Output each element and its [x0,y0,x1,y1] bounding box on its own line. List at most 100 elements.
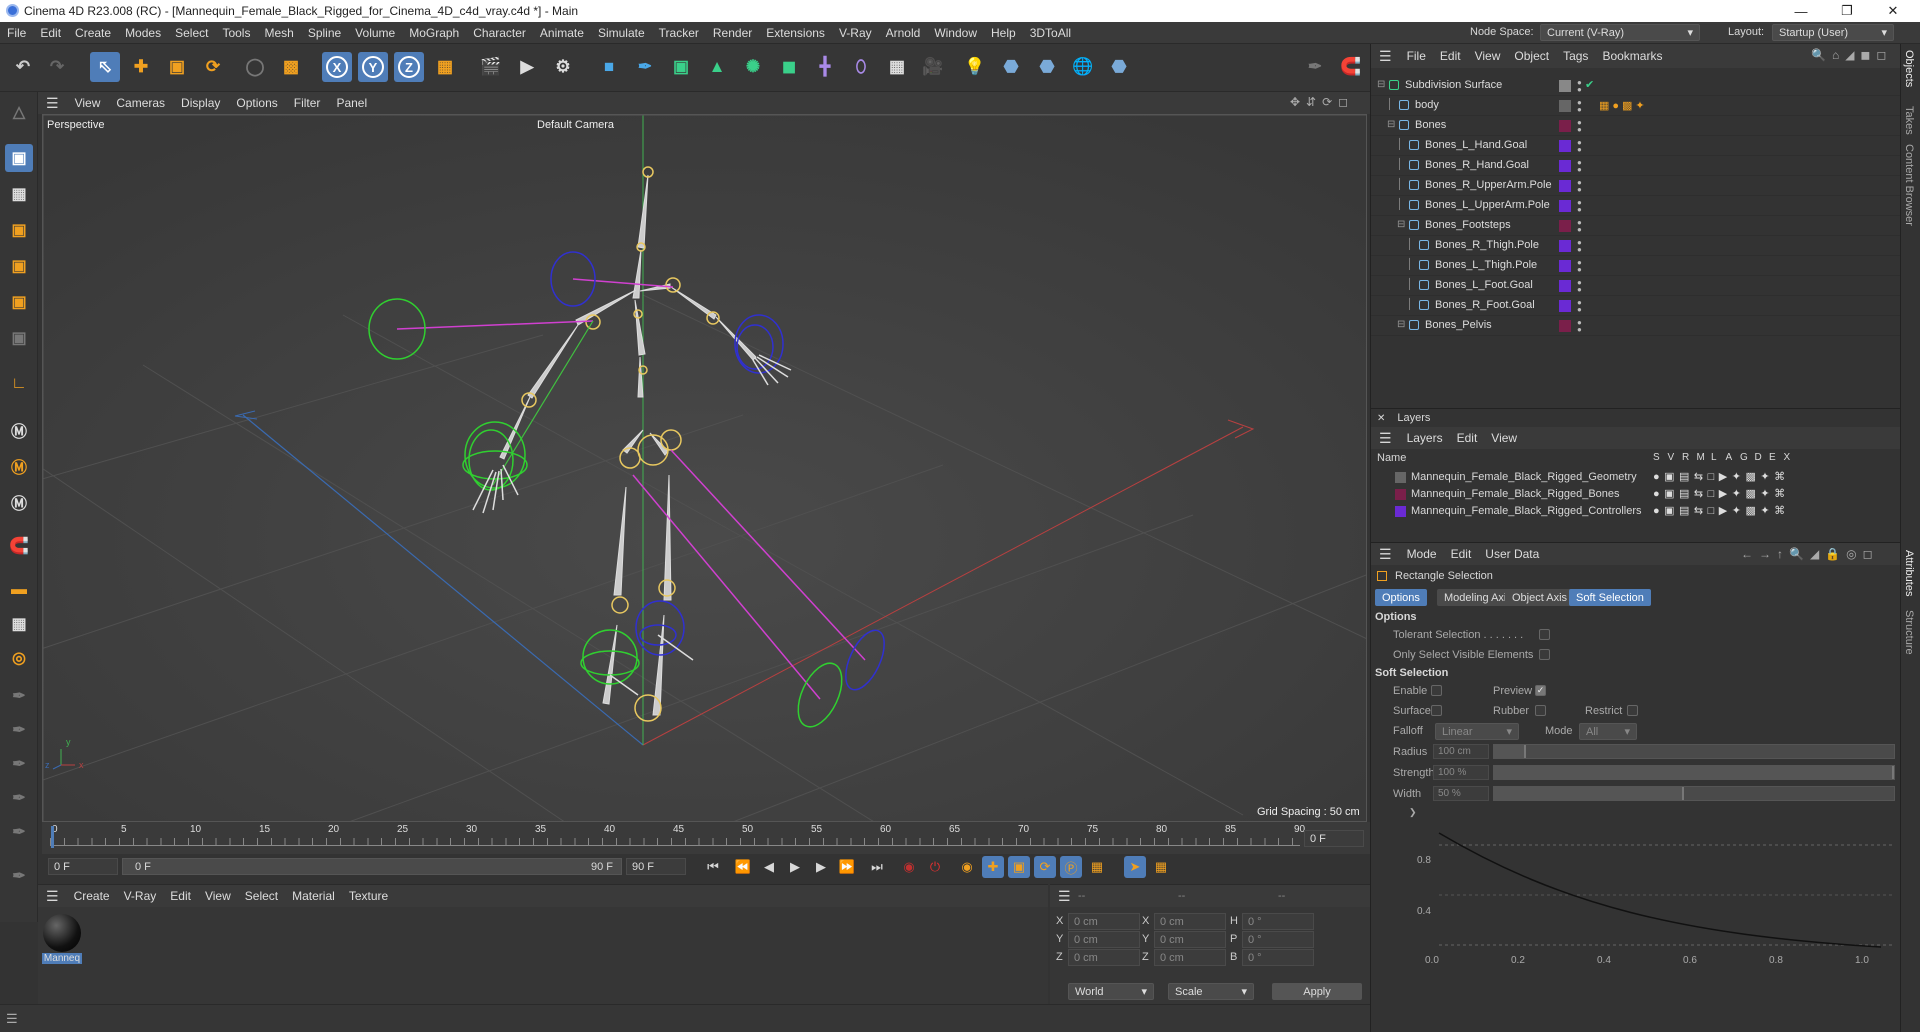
coord-rot-field[interactable]: 0 ° [1242,913,1314,930]
layer-color-swatch[interactable] [1559,260,1571,272]
timeline[interactable]: 0 5 10 15 20 25 30 35 40 45 50 55 60 65 70 75 80 85 90 0 F [42,822,1370,854]
menu-arnold[interactable]: Arnold [879,26,928,40]
menu-volume[interactable]: Volume [348,26,402,40]
side-tab-attributes[interactable]: Attributes [1903,550,1915,596]
viewport-menu-options[interactable]: Options [228,96,285,110]
start-frame-field[interactable]: 0 F [48,858,118,875]
menu-v-ray[interactable]: V-Ray [832,26,879,40]
menu-mesh[interactable]: Mesh [257,26,300,40]
viewport-menu-panel[interactable]: Panel [328,96,375,110]
tab-options[interactable]: Options [1375,589,1427,606]
motion-icon[interactable]: ➤ [1124,856,1146,878]
layer-color-swatch[interactable] [1559,300,1571,312]
layer-color-swatch[interactable] [1559,120,1571,132]
range-slider[interactable]: 0 F 90 F [122,858,622,875]
timeline-window-icon[interactable]: ▦ [1150,856,1172,878]
hamburger-icon[interactable]: ☰ [1371,48,1400,65]
strength-field[interactable]: 100 % [1433,765,1489,780]
knife-icon[interactable]: ✒ [5,862,33,890]
object-row-bones-r-upperarm-pole[interactable]: │ Bones_R_UpperArm.Pole ● ● [1371,176,1901,196]
deformer-icon[interactable]: ╋ [810,52,840,82]
snap-icon[interactable]: 🧲 [1336,52,1366,82]
layer-col-r[interactable]: R [1682,452,1689,463]
coordinate-system-icon[interactable]: ▦ [430,52,460,82]
grid-icon[interactable]: ▦ [5,610,33,638]
tolerant-selection-checkbox[interactable] [1539,629,1550,640]
object-row-bones-l-foot-goal[interactable]: │ Bones_L_Foot.Goal ● ● [1371,276,1901,296]
minimize-button[interactable]: — [1778,0,1824,22]
object-menu-bookmarks[interactable]: Bookmarks [1595,49,1669,63]
coord-rot-field[interactable]: 0 ° [1242,949,1314,966]
object-row-bones[interactable]: ⊟ Bones ● ● [1371,116,1901,136]
layer-col-l[interactable]: L [1711,452,1717,463]
width-slider[interactable] [1493,786,1895,801]
tree-expander-icon[interactable]: ⊟ [1397,219,1405,230]
coord-pos-field[interactable]: 0 cm [1068,931,1140,948]
texture-mode-icon[interactable]: ▦ [5,180,33,208]
python-script-icon[interactable]: ⬣ [1032,52,1062,82]
visibility-dots-icon[interactable]: ● ● [1577,159,1582,174]
tree-expander-icon[interactable]: ⊟ [1387,119,1395,130]
autokey-icon[interactable]: ⏻ [924,856,946,878]
visibility-dots-icon[interactable]: ● ● [1577,219,1582,234]
layer-toggle-icons[interactable]: ●▣▤⇆□▶✦▩✦⌘ [1653,504,1790,517]
coord-pos-field[interactable]: 0 cm [1068,949,1140,966]
layer-row[interactable]: Mannequin_Female_Black_Rigged_Geometry ●▣… [1371,469,1901,486]
layer-col-d[interactable]: D [1755,452,1762,463]
key-rotation-icon[interactable]: ⟳ [1034,856,1056,878]
layer-col-e[interactable]: E [1769,452,1776,463]
layer-toggle-icons[interactable]: ●▣▤⇆□▶✦▩✦⌘ [1653,470,1790,483]
radius-field[interactable]: 100 cm [1433,744,1489,759]
hamburger-icon[interactable]: ☰ [6,1011,18,1027]
object-manager-tools-icons[interactable]: 🔍⌂◢◼◻ [1811,48,1892,62]
layer-color-swatch[interactable] [1559,280,1571,292]
render-view-icon[interactable]: ▶ [512,52,542,82]
tree-expander-icon[interactable]: ⊟ [1397,319,1405,330]
object-menu-tags[interactable]: Tags [1556,49,1595,63]
layer-color-swatch[interactable] [1559,320,1571,332]
menu-file[interactable]: File [0,26,33,40]
go-to-start-icon[interactable]: ⏮ [702,856,724,878]
material-menu-edit[interactable]: Edit [163,889,198,903]
tree-expander-icon[interactable]: │ [1407,299,1413,310]
menu-select[interactable]: Select [168,26,215,40]
object-menu-object[interactable]: Object [1507,49,1556,63]
viewport-menu-cameras[interactable]: Cameras [108,96,173,110]
apply-button[interactable]: Apply [1272,983,1362,1000]
light-icon[interactable]: 💡 [960,52,990,82]
mode-select[interactable]: All ▾ [1579,723,1637,740]
menu-extensions[interactable]: Extensions [759,26,832,40]
key-param-icon[interactable]: Ⓟ [1060,856,1082,878]
workplane-icon[interactable]: ▬ [5,576,33,604]
previous-key-icon[interactable]: ⏪ [732,856,754,878]
go-to-end-icon[interactable]: ⏭ [866,856,888,878]
layer-color-swatch[interactable] [1395,506,1406,517]
brush-extra-icon[interactable]: ✒ [5,818,33,846]
pen-spline-icon[interactable]: ✒ [630,52,660,82]
enable-checkbox[interactable] [1431,685,1442,696]
object-row-bones-r-foot-goal[interactable]: │ Bones_R_Foot.Goal ● ● [1371,296,1901,316]
layer-row[interactable]: Mannequin_Female_Black_Rigged_Bones ●▣▤⇆□… [1371,486,1901,503]
key-position-icon[interactable]: ✚ [982,856,1004,878]
material-menu-create[interactable]: Create [67,889,117,903]
menu-render[interactable]: Render [706,26,759,40]
layer-color-swatch[interactable] [1559,140,1571,152]
next-frame-icon[interactable]: ▶ [810,856,832,878]
viewport-menu-display[interactable]: Display [173,96,228,110]
material-menu-view[interactable]: View [198,889,238,903]
side-tab-structure[interactable]: Structure [1903,610,1915,655]
layer-color-swatch[interactable] [1559,200,1571,212]
select-tool-icon[interactable]: ⬁ [90,52,120,82]
visibility-dots-icon[interactable]: ● ● [1577,179,1582,194]
layer-color-swatch[interactable] [1559,240,1571,252]
hamburger-icon[interactable]: ☰ [1050,888,1079,905]
restrict-checkbox[interactable] [1627,705,1638,716]
menu-character[interactable]: Character [466,26,533,40]
layer-col-v[interactable]: V [1668,452,1675,463]
scale-tool-icon[interactable]: ▣ [162,52,192,82]
hamburger-icon[interactable]: ☰ [38,95,67,112]
object-row-bones-l-upperarm-pole[interactable]: │ Bones_L_UpperArm.Pole ● ● [1371,196,1901,216]
object-row-bones-r-hand-goal[interactable]: │ Bones_R_Hand.Goal ● ● [1371,156,1901,176]
maximize-button[interactable]: ❐ [1824,0,1870,22]
previous-frame-icon[interactable]: ◀ [758,856,780,878]
